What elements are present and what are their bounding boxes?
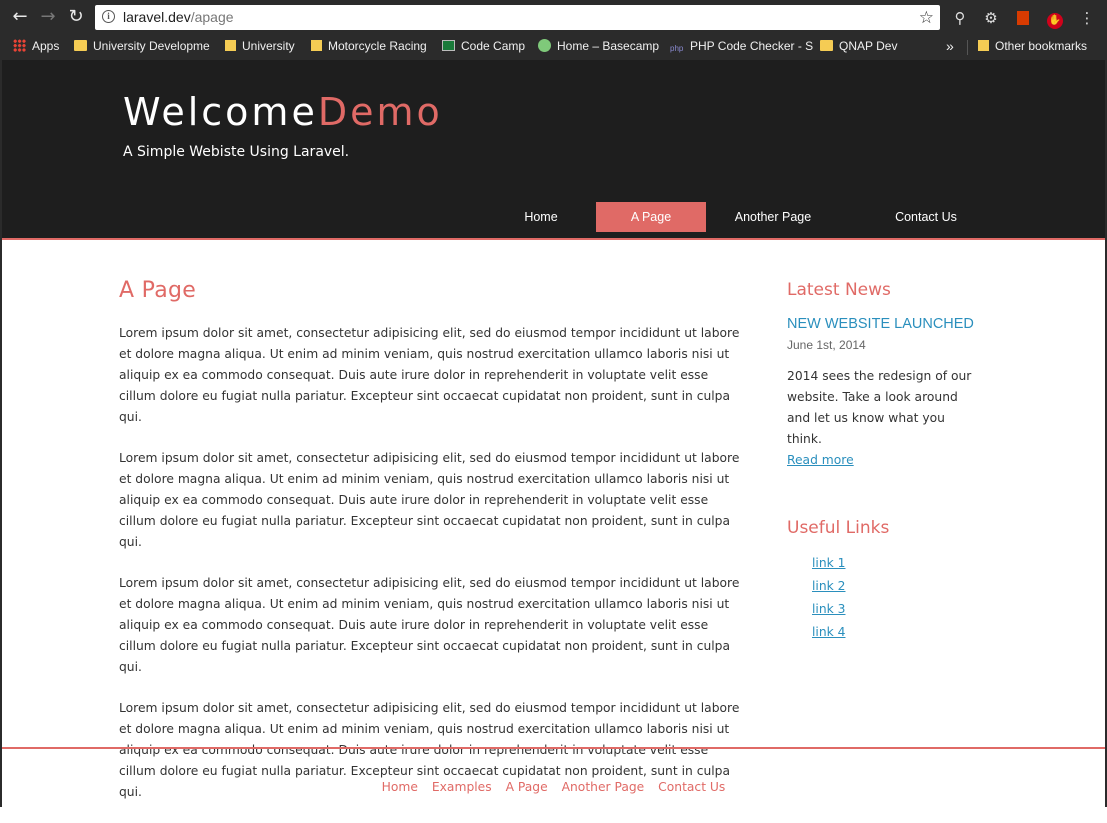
footer-divider: [2, 747, 1105, 749]
office-extension-icon[interactable]: [1013, 8, 1033, 28]
useful-link-2[interactable]: link 2: [812, 579, 845, 593]
news-body: 2014 sees the redesign of our website. T…: [787, 366, 982, 471]
logo-accent-text: Demo: [317, 90, 443, 134]
browser-menu-icon[interactable]: ⋮: [1077, 8, 1097, 28]
bookmark-apps[interactable]: Apps: [13, 35, 59, 60]
back-arrow-icon[interactable]: ←: [9, 6, 31, 28]
forward-arrow-icon[interactable]: →: [37, 6, 59, 28]
footer-link-home[interactable]: Home: [382, 780, 418, 794]
footer-link-examples[interactable]: Examples: [432, 780, 492, 794]
browser-toolbar: ← → ↻ i laravel.dev/apage ☆ ⚲ ⚙ ✋ ⋮: [0, 0, 1107, 35]
php-icon: php: [670, 44, 684, 53]
site-tagline: A Simple Webiste Using Laravel.: [123, 144, 350, 160]
bookmark-star-icon[interactable]: ☆: [919, 5, 934, 30]
bookmarks-divider: [967, 40, 968, 55]
site-logo[interactable]: WelcomeDemo: [123, 90, 443, 134]
news-title: NEW WEBSITE LAUNCHED: [787, 316, 974, 332]
code-camp-icon: [442, 40, 455, 51]
list-item: link 3: [812, 598, 889, 621]
logo-main-text: Welcome: [123, 90, 318, 134]
content-paragraph: Lorem ipsum dolor sit amet, consectetur …: [119, 326, 740, 424]
menu-a-page[interactable]: A Page: [596, 202, 706, 232]
main-content: A Page Lorem ipsum dolor sit amet, conse…: [119, 278, 749, 823]
footer-nav: Home Examples A Page Another Page Contac…: [2, 780, 1105, 794]
url-path: /apage: [190, 9, 234, 25]
sidebar: Latest News NEW WEBSITE LAUNCHED June 1s…: [787, 278, 987, 639]
bookmark-basecamp[interactable]: Home – Basecamp: [538, 35, 659, 60]
bookmark-motorcycle-racing[interactable]: Motorcycle Racing: [311, 35, 427, 60]
folder-icon: [978, 40, 989, 51]
useful-links-heading: Useful Links: [787, 518, 890, 538]
page-title: A Page: [119, 278, 197, 303]
bookmark-php-code-checker[interactable]: php PHP Code Checker - S: [670, 35, 813, 60]
bookmark-university[interactable]: University: [225, 35, 295, 60]
page-icon: [311, 40, 322, 51]
apps-grid-icon: [13, 39, 26, 52]
basecamp-icon: [538, 39, 551, 52]
address-url: laravel.dev/apage: [123, 5, 234, 30]
news-body-text: 2014 sees the redesign of our website. T…: [787, 369, 972, 446]
extension-gear-icon[interactable]: ⚙: [981, 8, 1001, 28]
list-item: link 2: [812, 575, 889, 598]
bookmarks-overflow-chevron-icon[interactable]: »: [946, 35, 954, 60]
extension-pin-icon[interactable]: ⚲: [950, 8, 970, 28]
address-bar[interactable]: i laravel.dev/apage ☆: [95, 5, 940, 30]
adblock-extension-icon[interactable]: ✋: [1045, 8, 1065, 29]
footer-link-another-page[interactable]: Another Page: [562, 780, 645, 794]
useful-link-4[interactable]: link 4: [812, 625, 845, 639]
url-host: laravel.dev: [123, 9, 191, 25]
bookmark-code-camp[interactable]: Code Camp: [442, 35, 525, 60]
read-more-link[interactable]: Read more: [787, 453, 854, 467]
content-paragraph: Lorem ipsum dolor sit amet, consectetur …: [119, 451, 740, 549]
latest-news-heading: Latest News: [787, 280, 891, 300]
news-date: June 1st, 2014: [787, 338, 866, 352]
footer-link-a-page[interactable]: A Page: [506, 780, 548, 794]
menu-contact-us[interactable]: Contact Us: [840, 202, 1012, 232]
site-header: WelcomeDemo A Simple Webiste Using Larav…: [2, 60, 1105, 240]
folder-icon: [820, 40, 833, 51]
useful-links-section: Useful Links link 1 link 2 link 3 link 4: [787, 518, 889, 644]
useful-link-3[interactable]: link 3: [812, 602, 845, 616]
content-paragraph: Lorem ipsum dolor sit amet, consectetur …: [119, 576, 740, 674]
footer-link-contact-us[interactable]: Contact Us: [658, 780, 725, 794]
paragraphs: Lorem ipsum dolor sit amet, consectetur …: [119, 323, 749, 803]
bookmark-other-bookmarks[interactable]: Other bookmarks: [978, 35, 1087, 60]
useful-links-list: link 1 link 2 link 3 link 4: [812, 552, 889, 644]
reload-icon[interactable]: ↻: [65, 6, 87, 28]
bookmarks-bar: Apps University Developme University Mot…: [0, 35, 1107, 60]
site-info-icon[interactable]: i: [102, 10, 115, 23]
bookmark-university-development[interactable]: University Developme: [74, 35, 210, 60]
bookmark-qnap-dev[interactable]: QNAP Dev: [820, 35, 897, 60]
menu-another-page[interactable]: Another Page: [706, 202, 840, 232]
menu-home[interactable]: Home: [486, 202, 596, 232]
folder-icon: [74, 40, 87, 51]
list-item: link 1: [812, 552, 889, 575]
web-page: WelcomeDemo A Simple Webiste Using Larav…: [2, 60, 1105, 807]
useful-link-1[interactable]: link 1: [812, 556, 845, 570]
page-icon: [225, 40, 236, 51]
list-item: link 4: [812, 621, 889, 644]
